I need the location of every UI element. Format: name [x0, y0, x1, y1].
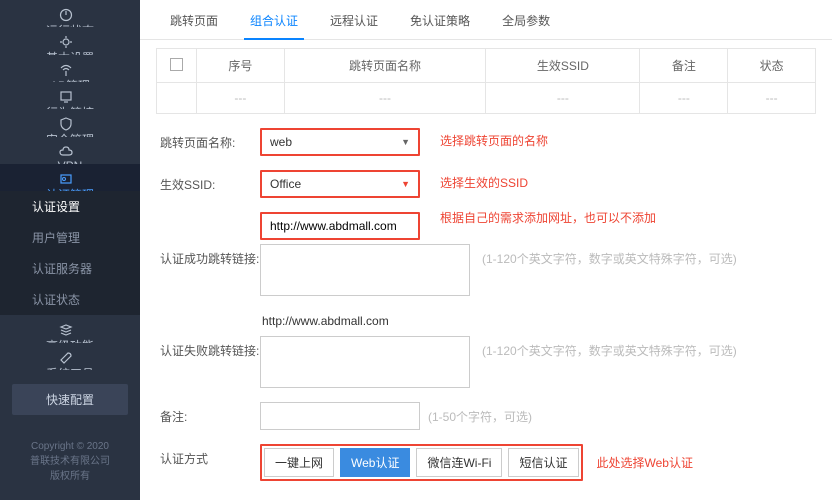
sidebar-item-ap[interactable]: AP管理 [0, 55, 140, 82]
id-icon [58, 172, 74, 186]
stack-icon [58, 323, 74, 337]
copyright-line: Copyright © 2020 [12, 439, 128, 454]
sidebar-submenu: 认证设置 用户管理 认证服务器 认证状态 [0, 191, 140, 315]
sidebar-item-label: 系统工具 [46, 365, 94, 370]
label-success-url: 认证成功跳转链接: [160, 244, 260, 267]
label-empty [160, 310, 260, 316]
label-authmode: 认证方式 [160, 444, 260, 467]
th-ssid: 生效SSID [486, 49, 640, 83]
td-empty [157, 83, 197, 114]
authmode-oneclick[interactable]: 一键上网 [264, 448, 334, 477]
sidebar-item-auth[interactable]: 认证管理 [0, 164, 140, 191]
sidebar-item-tools[interactable]: 系统工具 [0, 343, 140, 370]
caret-down-icon: ▼ [401, 137, 410, 147]
label-pagename: 跳转页面名称: [160, 128, 260, 151]
label-status: 状态: [160, 495, 260, 500]
tabs: 跳转页面 组合认证 远程认证 免认证策略 全局参数 [140, 0, 832, 40]
hint-authmode: 此处选择Web认证 [597, 454, 693, 471]
textarea-fail-url[interactable] [260, 336, 470, 388]
authmode-sms[interactable]: 短信认证 [508, 448, 578, 477]
th-index: 序号 [197, 49, 285, 83]
antenna-icon [58, 63, 74, 77]
sidebar-item-advanced[interactable]: 高级功能 [0, 315, 140, 342]
input-success-url-preview[interactable] [260, 212, 420, 240]
tab-combined-auth[interactable]: 组合认证 [234, 0, 314, 39]
sidebar-sub-auth-server[interactable]: 认证服务器 [0, 253, 140, 284]
content-scroll[interactable]: 序号 跳转页面名称 生效SSID 备注 状态 --- --- --- --- -… [140, 40, 832, 500]
textarea-success-url[interactable] [260, 244, 470, 296]
fail-url-value: http://www.abdmall.com [260, 310, 391, 332]
ghost-remark: (1-50个字符，可选) [428, 402, 532, 430]
sidebar-item-basic[interactable]: 基本设置 [0, 27, 140, 54]
th-remark: 备注 [640, 49, 728, 83]
select-all-checkbox[interactable] [170, 58, 183, 71]
select-pagename[interactable]: web ▼ [260, 128, 420, 156]
auth-mode-group: 一键上网 Web认证 微信连Wi-Fi 短信认证 [260, 444, 583, 481]
hint-success-url: 根据自己的需求添加网址，也可以不添加 [440, 210, 656, 226]
sidebar-footer: Copyright © 2020 普联技术有限公司 版权所有 [0, 429, 140, 500]
ghost-fail-url: (1-120个英文字符，数字或英文特殊字符，可选) [482, 336, 737, 388]
label-ssid: 生效SSID: [160, 170, 260, 193]
sidebar-item-security[interactable]: 安全管理 [0, 109, 140, 136]
hint-ssid: 选择生效的SSID [440, 174, 528, 191]
input-remark[interactable] [260, 402, 420, 430]
select-ssid[interactable]: Office ▼ [260, 170, 420, 198]
caret-down-icon: ▼ [401, 179, 410, 189]
th-pagename: 跳转页面名称 [284, 49, 486, 83]
table-row: --- --- --- --- --- [157, 83, 816, 114]
sidebar-sub-user-mgmt[interactable]: 用户管理 [0, 222, 140, 253]
tab-remote-auth[interactable]: 远程认证 [314, 0, 394, 39]
ghost-success-url: (1-120个英文字符，数字或英文特殊字符，可选) [482, 244, 737, 296]
main-panel: 跳转页面 组合认证 远程认证 免认证策略 全局参数 序号 跳转页面名称 生效SS… [140, 0, 832, 500]
td-empty: --- [728, 83, 816, 114]
hint-pagename: 选择跳转页面的名称 [440, 132, 548, 149]
td-empty: --- [284, 83, 486, 114]
th-status: 状态 [728, 49, 816, 83]
sidebar: 运行状态 基本设置 AP管理 行为管控 安全管理 VPN 认证管理 认证设置 用… [0, 0, 140, 500]
label-remark: 备注: [160, 402, 260, 425]
tab-redirect-page[interactable]: 跳转页面 [154, 0, 234, 39]
shield-icon [58, 117, 74, 131]
label-fail-url: 认证失败跳转链接: [160, 336, 260, 359]
td-empty: --- [486, 83, 640, 114]
wrench-icon [58, 351, 74, 365]
tab-bypass-policy[interactable]: 免认证策略 [394, 0, 486, 39]
sidebar-item-behavior[interactable]: 行为管控 [0, 82, 140, 109]
sidebar-item-vpn[interactable]: VPN [0, 137, 140, 164]
select-value: web [270, 135, 292, 149]
td-empty: --- [640, 83, 728, 114]
monitor-icon [58, 90, 74, 104]
gear-icon [58, 35, 74, 49]
cloud-icon [58, 145, 74, 159]
tab-global-params[interactable]: 全局参数 [486, 0, 566, 39]
authmode-wechat[interactable]: 微信连Wi-Fi [416, 448, 502, 477]
copyright-line: 普联技术有限公司 [12, 454, 128, 469]
authmode-web[interactable]: Web认证 [340, 448, 410, 477]
sidebar-item-status[interactable]: 运行状态 [0, 0, 140, 27]
select-value: Office [270, 177, 301, 191]
config-form: 跳转页面名称: web ▼ 选择跳转页面的名称 生效SSID: Office ▼ 选… [156, 128, 816, 500]
dashboard-icon [58, 8, 74, 22]
sidebar-sub-auth-status[interactable]: 认证状态 [0, 284, 140, 315]
copyright-line: 版权所有 [12, 469, 128, 484]
config-table: 序号 跳转页面名称 生效SSID 备注 状态 --- --- --- --- -… [156, 48, 816, 114]
quick-config-button[interactable]: 快速配置 [12, 384, 128, 415]
td-empty: --- [197, 83, 285, 114]
label-empty [160, 212, 260, 218]
sidebar-sub-auth-settings[interactable]: 认证设置 [0, 191, 140, 222]
